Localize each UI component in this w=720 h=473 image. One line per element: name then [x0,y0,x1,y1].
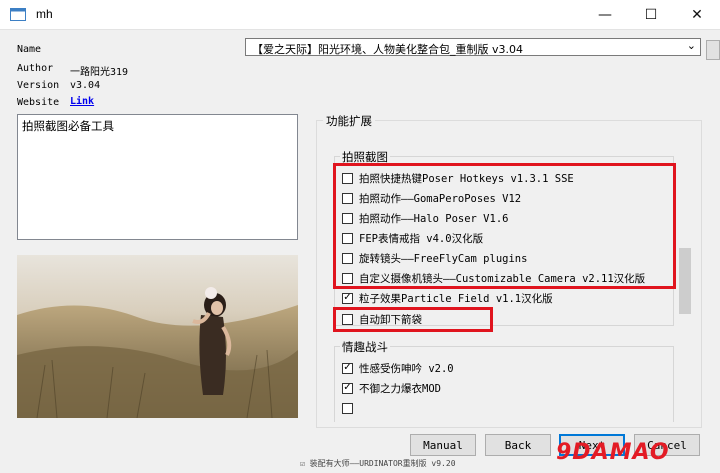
checkbox[interactable] [342,402,353,414]
option-label: 不御之力爆衣MOD [359,382,441,395]
website-link[interactable]: Link [70,96,94,107]
checkbox-checked[interactable]: ✓ [342,362,353,374]
package-select-value: 【爱之天际】阳光环境、人物美化整合包_重制版 v3.04 [252,43,523,56]
option-item[interactable]: ✓ 不御之力爆衣MOD [342,380,441,396]
scrollbar-thumb[interactable] [679,248,691,314]
option-item[interactable]: ✓ 性感受伤呻吟 v2.0 [342,360,454,376]
close-button[interactable]: ✕ [674,0,720,29]
minimize-button[interactable]: — [582,0,628,29]
checkbox-checked[interactable]: ✓ [342,382,353,394]
watermark-logo: 9DAMAO [556,440,670,465]
back-button[interactable]: Back [485,434,551,456]
side-button[interactable] [706,40,720,60]
checkbox-checked[interactable]: ✓ [342,292,353,304]
author-label: Author [17,63,54,74]
features-group-title: 功能扩展 [323,113,375,129]
combat-group-title: 情趣战斗 [340,339,390,355]
description-box[interactable]: 拍照截图必备工具 [17,114,298,240]
window-title: mh [36,7,53,21]
author-value: 一路阳光319 [70,67,129,78]
chevron-down-icon[interactable]: ⌄ [687,39,696,52]
package-select[interactable]: 【爱之天际】阳光环境、人物美化整合包_重制版 v3.04 ⌄ [245,38,701,56]
website-label: Website [17,97,60,108]
highlight-box-photo-options [333,163,676,289]
highlight-box-quiver-option [333,307,493,332]
option-label: 粒子效果Particle Field v1.1汉化版 [359,292,553,305]
title-bar[interactable]: mh — ☐ ✕ [0,0,720,30]
version-value: v3.04 [70,80,101,91]
name-label: Name [17,44,42,55]
option-item[interactable] [342,400,359,416]
maximize-button[interactable]: ☐ [628,0,674,29]
preview-image [17,255,298,418]
version-label: Version [17,80,60,91]
option-label: 性感受伤呻吟 v2.0 [359,362,454,375]
app-icon [10,8,26,21]
manual-button[interactable]: Manual [410,434,476,456]
option-item[interactable]: ✓ 粒子效果Particle Field v1.1汉化版 [342,290,553,306]
description-text: 拍照截图必备工具 [22,119,114,133]
background-window-strip: ☑ 装配有大师——URDINATOR重制版 v9.20 [300,458,570,473]
